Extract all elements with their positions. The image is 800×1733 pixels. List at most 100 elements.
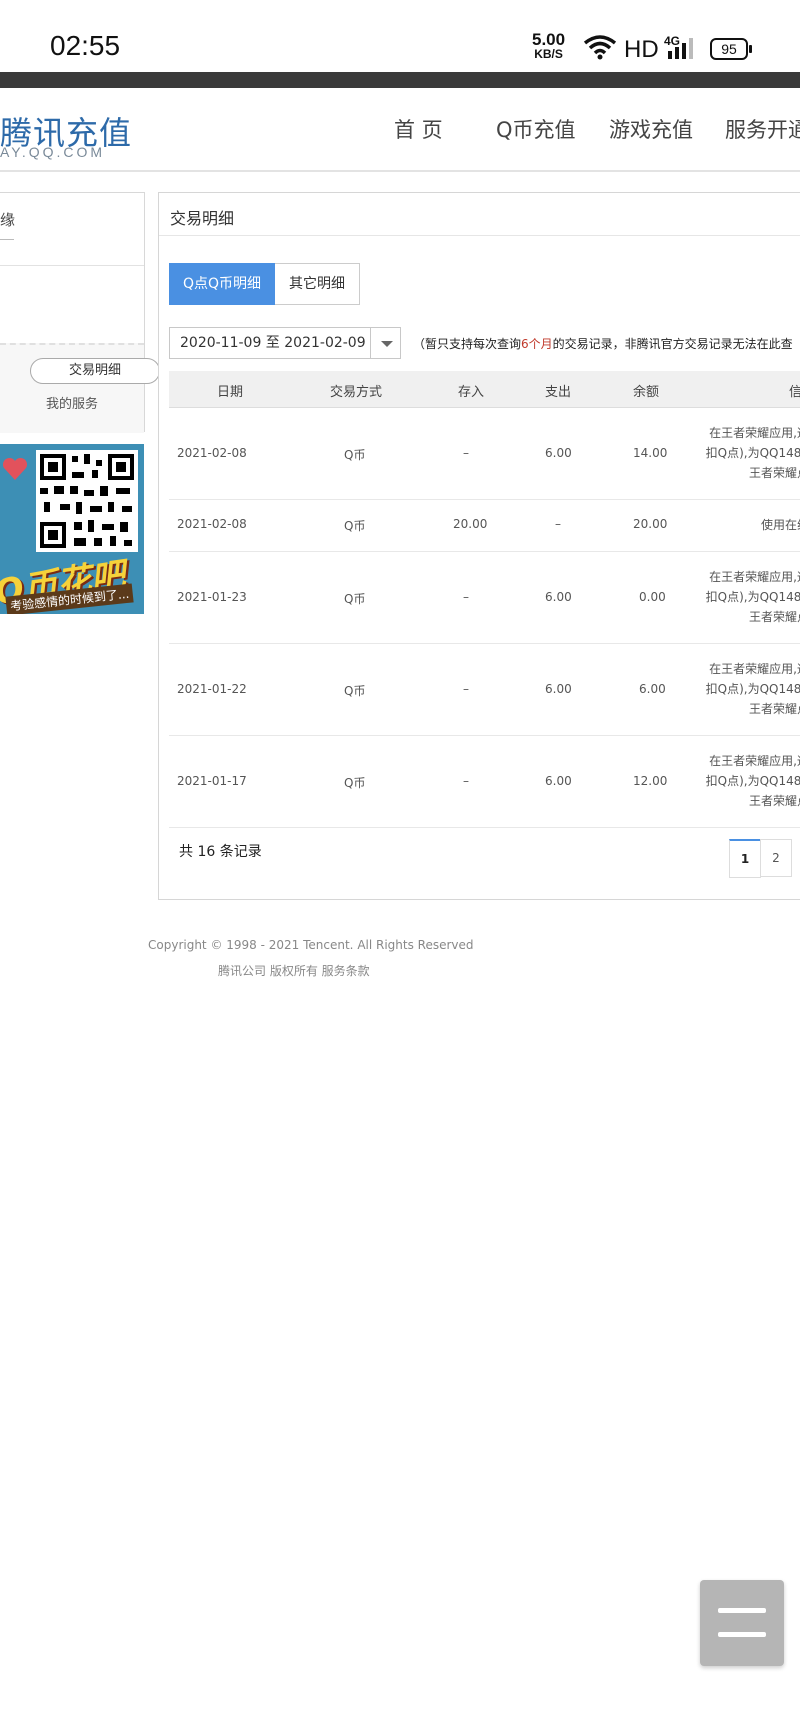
hd-indicator: HD (624, 36, 659, 63)
cell-balance: 14.00 (633, 446, 668, 460)
notice-prefix: （暂只支持每次查询 (413, 337, 522, 351)
footer-links[interactable]: 腾讯公司 版权所有 服务条款 (218, 962, 370, 979)
panel-title: 交易明细 (170, 209, 235, 228)
table-row: 2021-02-08 Q币 – 6.00 14.00 在王者荣耀应用,通 扣Q点… (169, 407, 800, 500)
info-line: 扣Q点),为QQ1487 (705, 682, 800, 696)
panel-header: 交易明细 (159, 193, 800, 236)
info-line: 王者荣耀点 (748, 610, 800, 624)
network-type-label: 4G (664, 34, 680, 48)
cell-info: 在王者荣耀应用,通 扣Q点),为QQ1487 王者荣耀点 (706, 423, 800, 483)
divider (0, 239, 14, 240)
logo-domain: AY.QQ.COM (0, 144, 106, 160)
tab-qpoint-qcoin-details[interactable]: Q点Q币明细 (169, 263, 275, 305)
clock: 02:55 (50, 30, 121, 61)
cell-deposit: – (463, 590, 469, 604)
cell-spend: 6.00 (545, 590, 572, 604)
menu-icon (718, 1632, 766, 1637)
cell-method: Q币 (344, 592, 366, 606)
network-speed: 5.00 KB/S (532, 31, 565, 62)
info-line: 使用在线 (760, 518, 800, 532)
cell-date: 2021-02-08 (177, 446, 247, 460)
info-line: 扣Q点),为QQ1487 (705, 446, 800, 460)
cell-deposit: – (463, 682, 469, 696)
my-services-link[interactable]: 我的服务 (46, 393, 98, 412)
network-speed-unit: KB/S (534, 47, 563, 61)
sidebar-menu-area (0, 343, 144, 433)
cell-spend: 6.00 (545, 682, 572, 696)
transaction-panel: 交易明细 Q点Q币明细 其它明细 2020-11-09 至 2021-02-09… (158, 192, 800, 900)
cell-balance: 12.00 (633, 774, 668, 788)
notice-suffix: 的交易记录，非腾讯官方交易记录无法在此查 (552, 337, 793, 351)
column-deposit: 存入 (458, 385, 485, 400)
table-row: 2021-01-22 Q币 – 6.00 6.00 在王者荣耀应用,通 扣Q点)… (169, 643, 800, 736)
nav-game-recharge[interactable]: 游戏充值 (609, 114, 693, 144)
table-header: 日期 交易方式 存入 支出 余额 信 (169, 371, 800, 408)
table-row: 2021-02-08 Q币 20.00 – 20.00 使用在线 (169, 499, 800, 552)
cell-spend: 6.00 (545, 774, 572, 788)
notice-highlight: 6个月 (521, 337, 553, 351)
divider (0, 265, 144, 266)
cell-method: Q币 (344, 684, 366, 698)
cell-balance: 6.00 (639, 682, 666, 696)
cell-date: 2021-01-17 (177, 774, 247, 788)
info-line: 在王者荣耀应用,通 (709, 662, 800, 676)
record-count: 共 16 条记录 (179, 844, 262, 860)
qr-code-image (36, 450, 138, 552)
floating-menu-button[interactable] (700, 1580, 784, 1666)
page-2-button[interactable]: 2 (760, 839, 792, 877)
column-balance: 余额 (633, 385, 660, 400)
cell-date: 2021-01-23 (177, 590, 247, 604)
cell-method: Q币 (344, 519, 366, 533)
column-info: 信 (789, 385, 800, 400)
page-1-button[interactable]: 1 (729, 839, 761, 878)
wifi-icon (583, 35, 617, 60)
info-line: 王者荣耀点 (748, 466, 800, 480)
info-line: 王者荣耀点 (748, 702, 800, 716)
promo-banner[interactable]: Q币花吧 考验感情的时候到了... (0, 444, 144, 614)
cell-deposit: 20.00 (453, 517, 488, 531)
copyright: Copyright © 1998 - 2021 Tencent. All Rig… (148, 938, 474, 952)
site-header: 腾讯充值 AY.QQ.COM 首 页 Q币充值 游戏充值 服务开通 (0, 88, 800, 172)
nav-home[interactable]: 首 页 (394, 114, 443, 144)
cell-spend: 6.00 (545, 446, 572, 460)
tab-other-details[interactable]: 其它明细 (275, 263, 360, 305)
cell-info: 使用在线 (761, 515, 800, 535)
date-range-select[interactable]: 2020-11-09 至 2021-02-09 (169, 327, 401, 359)
info-line: 扣Q点),为QQ1487 (705, 590, 800, 604)
cell-date: 2021-01-22 (177, 682, 247, 696)
info-line: 在王者荣耀应用,通 (709, 426, 800, 440)
cell-deposit: – (463, 446, 469, 460)
info-line: 王者荣耀点 (748, 794, 800, 808)
cell-balance: 20.00 (633, 517, 668, 531)
table-row: 2021-01-17 Q币 – 6.00 12.00 在王者荣耀应用,通 扣Q点… (169, 735, 800, 828)
query-notice: （暂只支持每次查询6个月的交易记录，非腾讯官方交易记录无法在此查 (413, 335, 793, 352)
table-row: 2021-01-23 Q币 – 6.00 0.00 在王者荣耀应用,通 扣Q点)… (169, 551, 800, 644)
cell-info: 在王者荣耀应用,通 扣Q点),为QQ1487 王者荣耀点 (706, 659, 800, 719)
cell-balance: 0.00 (639, 590, 666, 604)
cell-method: Q币 (344, 448, 366, 462)
cell-spend: – (555, 517, 561, 531)
info-line: 扣Q点),为QQ1487 (705, 774, 800, 788)
chevron-down-icon[interactable] (370, 328, 401, 358)
menu-icon (718, 1608, 766, 1613)
heart-icon (2, 457, 28, 480)
browser-top-bar (0, 72, 800, 88)
cell-method: Q币 (344, 776, 366, 790)
cell-deposit: – (463, 774, 469, 788)
column-date: 日期 (217, 385, 244, 400)
battery-icon: 95 (710, 38, 752, 60)
status-bar: 02:55 5.00 KB/S HD 4G 95 (0, 0, 800, 72)
cellular-signal-icon: 4G (664, 34, 693, 59)
cell-info: 在王者荣耀应用,通 扣Q点),为QQ1487 王者荣耀点 (706, 751, 800, 811)
nav-service-activation[interactable]: 服务开通 (725, 114, 800, 144)
column-spend: 支出 (545, 385, 572, 400)
sidebar-title: 缘 (0, 211, 16, 229)
cell-info: 在王者荣耀应用,通 扣Q点),为QQ1487 王者荣耀点 (706, 567, 800, 627)
cell-date: 2021-02-08 (177, 517, 247, 531)
transaction-details-button[interactable]: 交易明细 (30, 358, 160, 384)
info-line: 在王者荣耀应用,通 (709, 570, 800, 584)
sidebar: 缘 交易明细 我的服务 (0, 192, 160, 433)
info-line: 在王者荣耀应用,通 (709, 754, 800, 768)
nav-qcoin-recharge[interactable]: Q币充值 (496, 114, 576, 144)
date-range-value: 2020-11-09 至 2021-02-09 (180, 335, 366, 351)
